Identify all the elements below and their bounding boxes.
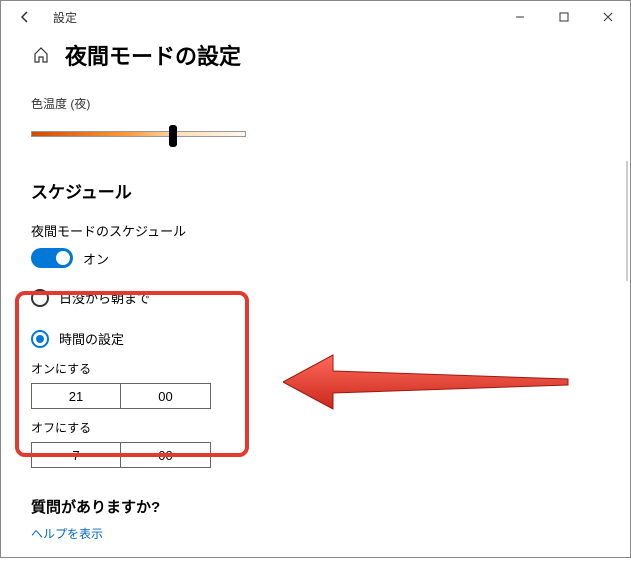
color-temp-label: 色温度 (夜) xyxy=(31,95,600,112)
slider-thumb[interactable] xyxy=(169,125,177,147)
toggle-state-label: オン xyxy=(83,249,109,268)
turn-off-hour-input[interactable]: 7 xyxy=(31,442,121,468)
radio-sunset[interactable]: 日没から朝まで xyxy=(31,288,600,307)
schedule-sub-label: 夜間モードのスケジュール xyxy=(31,221,600,240)
turn-on-label: オンにする xyxy=(31,360,600,377)
help-link[interactable]: ヘルプを表示 xyxy=(31,525,600,542)
radio-icon xyxy=(31,289,49,307)
home-icon[interactable] xyxy=(31,45,51,65)
turn-off-label: オフにする xyxy=(31,419,600,436)
window-title: 設定 xyxy=(41,9,77,26)
radio-hours[interactable]: 時間の設定 xyxy=(31,329,600,348)
schedule-toggle[interactable] xyxy=(31,248,73,268)
turn-off-min-input[interactable]: 00 xyxy=(121,442,211,468)
question-heading: 質問がありますか? xyxy=(31,496,600,517)
turn-on-hour-input[interactable]: 21 xyxy=(31,383,121,409)
maximize-button[interactable] xyxy=(542,1,586,33)
radio-hours-label: 時間の設定 xyxy=(59,329,124,348)
page-title: 夜間モードの設定 xyxy=(65,39,241,71)
radio-sunset-label: 日没から朝まで xyxy=(59,288,150,307)
close-button[interactable] xyxy=(586,1,630,33)
schedule-heading: スケジュール xyxy=(31,178,600,203)
scrollbar[interactable] xyxy=(626,161,628,281)
minimize-button[interactable] xyxy=(498,1,542,33)
back-button[interactable] xyxy=(9,1,41,33)
color-temp-slider[interactable] xyxy=(31,124,246,144)
radio-icon-selected xyxy=(31,330,49,348)
turn-on-min-input[interactable]: 00 xyxy=(121,383,211,409)
